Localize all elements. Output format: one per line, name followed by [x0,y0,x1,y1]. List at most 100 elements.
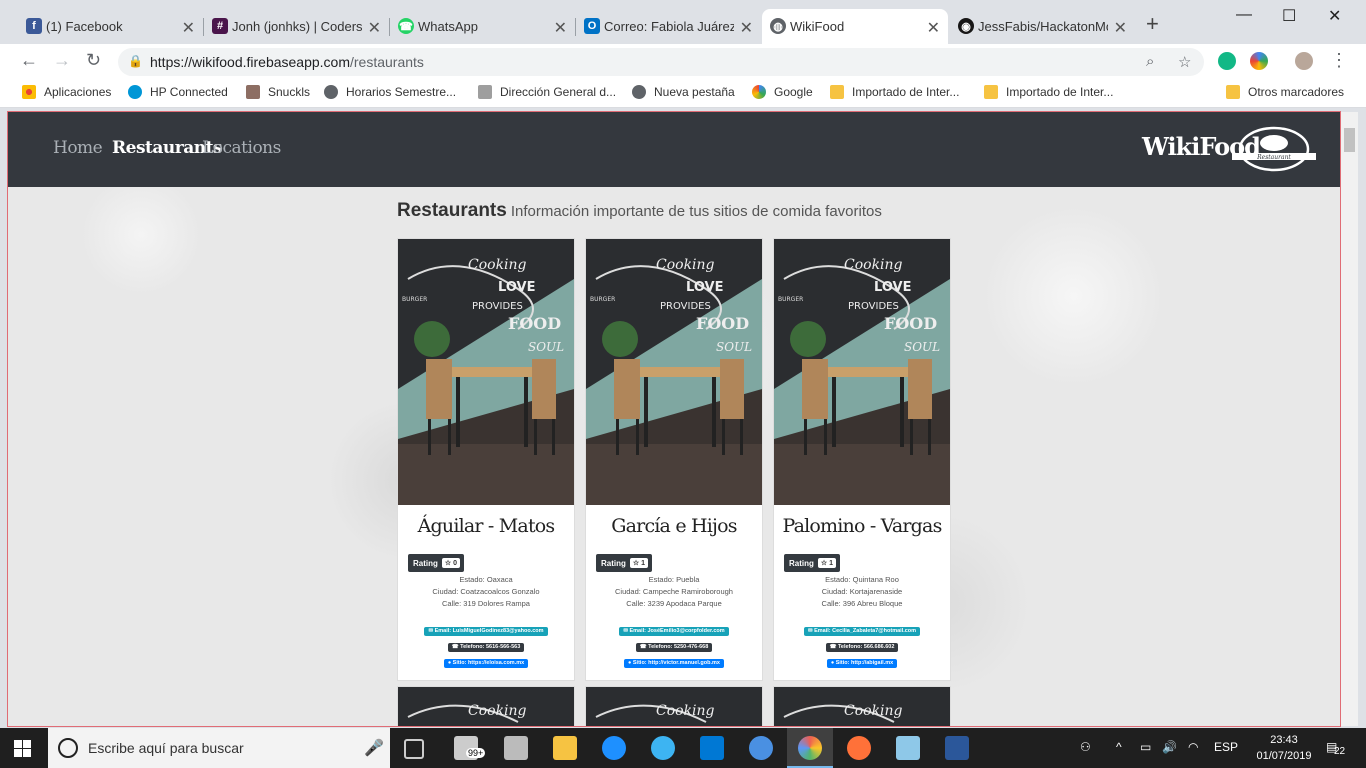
tab-title: WikiFood [790,19,845,34]
microphone-icon[interactable]: 🎤 [364,738,384,758]
bookmark-label: Nueva pestaña [654,85,735,99]
tab-whatsapp[interactable]: ☎ WhatsApp ✕ [390,9,575,44]
page-scrollbar[interactable] [1341,112,1358,726]
minimize-icon[interactable]: — [1236,6,1252,24]
close-icon[interactable]: ✕ [182,18,195,38]
avatar[interactable] [1295,52,1313,70]
url-text[interactable]: https://wikifood.firebaseapp.com/restaur… [150,54,424,70]
tab-slack[interactable]: # Jonh (jonhks) | Coders ✕ [204,9,389,44]
estado-text: Estado: Puebla [648,575,700,584]
star-icon: ☆ 1 [817,558,837,568]
rating-badge: Rating ☆ 0 [408,554,465,572]
vscode-icon[interactable] [700,736,724,760]
bookmark-item[interactable]: Nueva pestaña [632,85,735,99]
tab-title: JessFabis/HackatonMo [978,19,1108,34]
chevron-up-icon[interactable]: ^ [1116,740,1122,754]
address-info: Estado: Puebla Ciudad: Campeche Ramirobo… [586,574,762,610]
scrollbar-thumb[interactable] [1344,128,1355,152]
store-icon[interactable] [504,736,528,760]
restaurant-card[interactable]: Cooking LOVE PROVIDES FOOD SOUL BURGER Á… [397,238,575,681]
bookmark-item[interactable]: Horarios Semestre... [324,85,456,99]
logo-text: Restaurant [1256,154,1291,161]
globe-icon [324,85,338,99]
windows-start-icon[interactable] [14,740,31,757]
taskbar-search[interactable]: Escribe aquí para buscar 🎤 [48,728,390,768]
browser-toolbar: ← → ↻ 🔒 https://wikifood.firebaseapp.com… [0,44,1366,79]
site-link[interactable]: ● Sitio: http://victor.manuel.gob.mx [624,659,724,668]
bookmark-item[interactable]: HP Connected [128,85,228,99]
site-navbar: Home Restaurants Locations WikiFood Rest… [8,112,1340,187]
shield-extension-icon[interactable] [1218,52,1236,70]
close-icon[interactable]: ✕ [927,18,940,38]
edge-icon[interactable] [602,736,626,760]
back-arrow-icon[interactable]: ← [20,50,38,71]
clock-date: 01/07/2019 [1256,750,1312,762]
restaurant-name[interactable]: Águilar - Matos [398,515,574,537]
bookmark-label: Otros marcadores [1248,85,1345,99]
site-pill[interactable]: ● Sitio: http://victor.manuel.gob.mx [586,651,762,669]
globe-icon: ◍ [770,18,786,34]
site-pill[interactable]: ● Sitio: https://eloisa.com.mx [398,651,574,669]
bookmark-item[interactable]: Google [752,85,813,99]
tab-github[interactable]: ◉ JessFabis/HackatonMo ✕ [950,9,1135,44]
tab-outlook[interactable]: O Correo: Fabiola Juárez ✕ [576,9,761,44]
firefox-icon[interactable] [847,736,871,760]
bookmark-item[interactable]: Importado de Inter... [984,85,1113,99]
rating-badge: Rating ☆ 1 [596,554,653,572]
reload-icon[interactable]: ↻ [86,50,101,71]
restaurant-card[interactable]: Cooking LOVE PROVIDES FOOD SOUL BURGER P… [773,238,951,681]
web-page: Home Restaurants Locations WikiFood Rest… [8,112,1340,726]
nav-locations[interactable]: Locations [202,138,281,158]
nav-home[interactable]: Home [53,138,103,158]
notes-icon[interactable] [896,736,920,760]
zoom-icon[interactable]: ⌕ [1146,53,1154,70]
hp-icon [128,85,142,99]
tab-facebook[interactable]: f (1) Facebook ✕ [18,9,203,44]
tab-title: WhatsApp [418,19,478,34]
site-link[interactable]: ● Sitio: http://abigail.mx [826,659,898,668]
restaurant-card[interactable]: Cooking [585,686,763,726]
restaurant-card[interactable]: Cooking [773,686,951,726]
bookmark-item[interactable]: Aplicaciones [22,85,111,99]
battery-icon[interactable]: ▭ [1140,740,1151,754]
restaurant-image: Cooking LOVE PROVIDES FOOD SOUL BURGER [586,239,762,505]
forward-arrow-icon[interactable]: → [53,50,71,71]
image-text: PROVIDES [660,301,711,312]
new-tab-button[interactable]: + [1146,11,1159,37]
close-window-icon[interactable]: ✕ [1328,6,1341,26]
maximize-icon[interactable]: ☐ [1282,6,1296,26]
task-view-icon[interactable] [404,739,424,759]
people-icon[interactable]: ⚇ [1080,740,1091,754]
internet-explorer-icon[interactable] [651,736,675,760]
ciudad-text: Ciudad: Kortajarenaside [821,587,903,596]
bookmark-item[interactable]: Dirección General d... [478,85,616,99]
tab-title: (1) Facebook [46,19,123,34]
close-icon[interactable]: ✕ [1114,18,1127,38]
site-pill[interactable]: ● Sitio: http://abigail.mx [774,651,950,669]
close-icon[interactable]: ✕ [740,18,753,38]
file-explorer-icon[interactable] [553,736,577,760]
folder-icon [1226,85,1240,99]
bookmark-item[interactable]: Snuckls [246,85,310,99]
close-icon[interactable]: ✕ [554,18,567,38]
menu-kebab-icon[interactable]: ⋮ [1330,50,1348,71]
restaurant-card[interactable]: Cooking LOVE PROVIDES FOOD SOUL BURGER G… [585,238,763,681]
close-icon[interactable]: ✕ [368,18,381,38]
language-indicator[interactable]: ESP [1214,740,1238,754]
site-link[interactable]: ● Sitio: https://eloisa.com.mx [443,659,529,668]
address-bar[interactable]: 🔒 https://wikifood.firebaseapp.com/resta… [118,48,1204,76]
firefox-dev-icon[interactable] [749,736,773,760]
restaurant-name[interactable]: García e Hijos [586,515,762,537]
clock[interactable]: 23:43 01/07/2019 [1252,732,1316,764]
star-bookmark-icon[interactable]: ☆ [1178,53,1191,71]
bookmark-item[interactable]: Otros marcadores [1226,85,1344,99]
bookmark-item[interactable]: Importado de Inter... [830,85,959,99]
wifi-icon[interactable]: ◠ [1188,740,1198,754]
tab-wikifood[interactable]: ◍ WikiFood ✕ [762,9,948,44]
restaurant-card[interactable]: Cooking [397,686,575,726]
google-extension-icon[interactable] [1250,52,1268,70]
word-icon[interactable] [945,736,969,760]
volume-icon[interactable]: 🔊 [1162,740,1177,754]
restaurant-name[interactable]: Palomino - Vargas [774,515,950,537]
notification-count: 22 [1334,746,1346,757]
